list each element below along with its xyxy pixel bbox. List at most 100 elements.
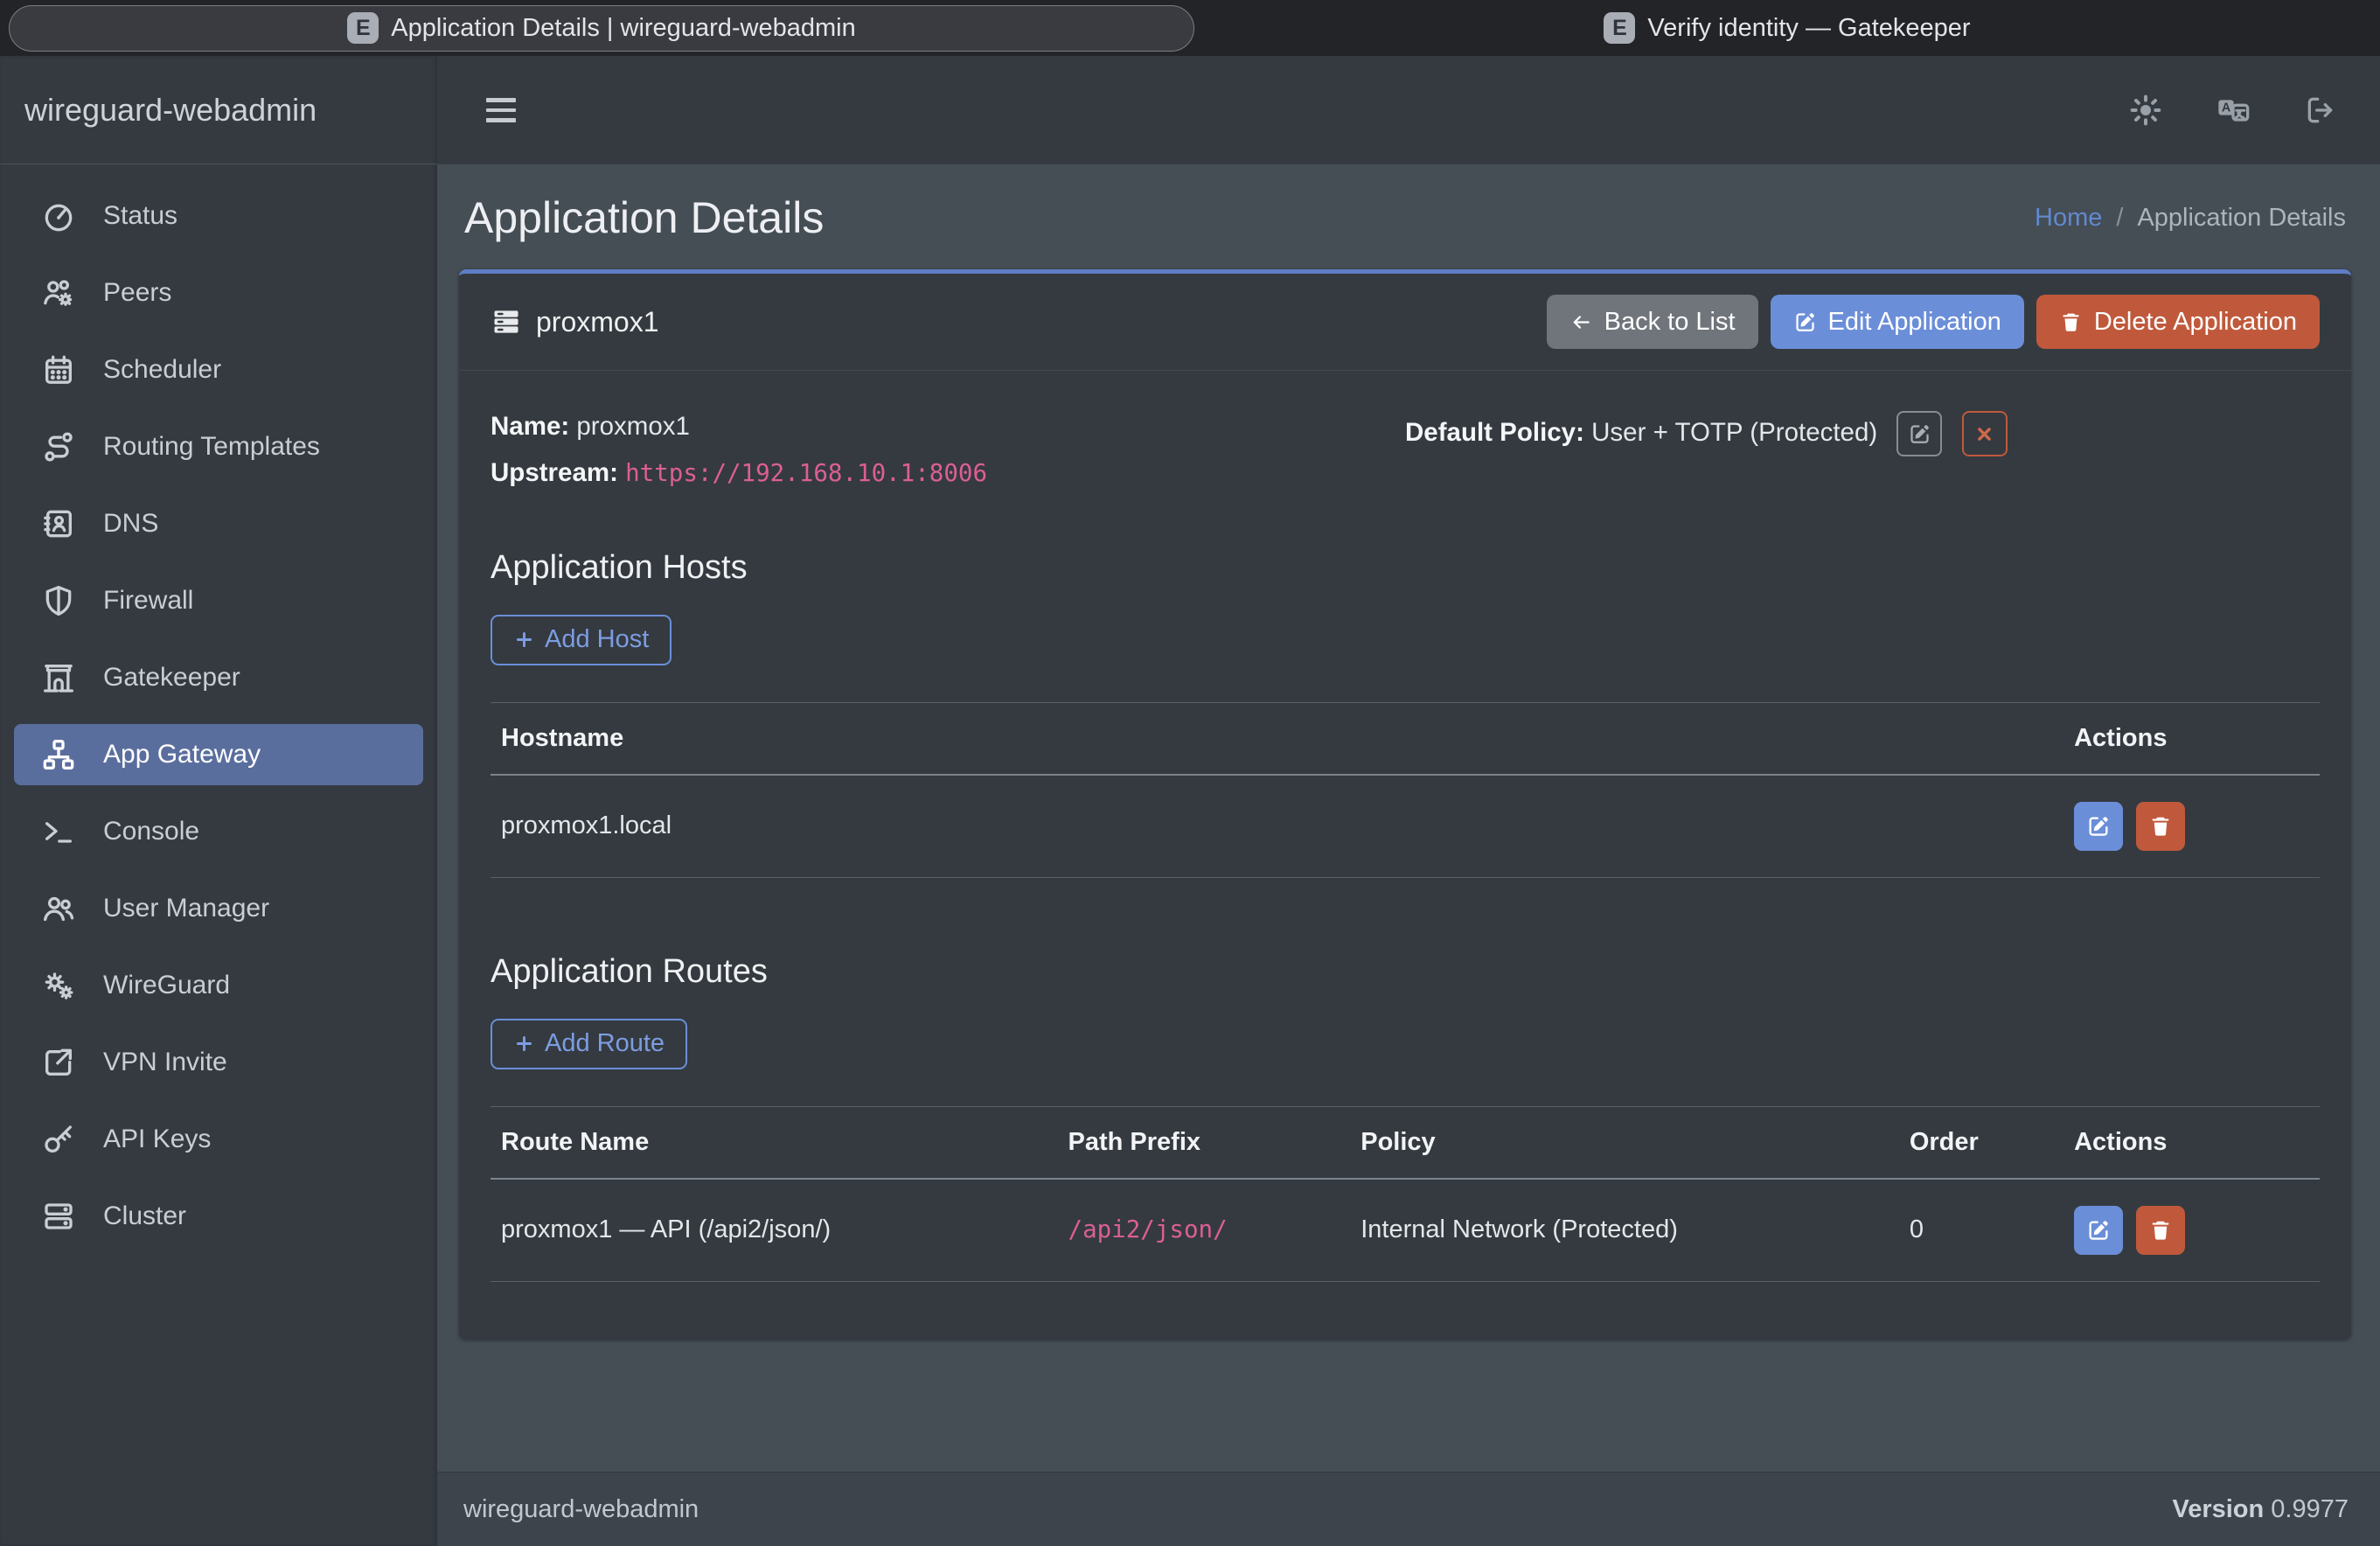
route-policy: Internal Network (Protected) bbox=[1350, 1179, 1899, 1282]
edit-application-button[interactable]: Edit Application bbox=[1771, 295, 2024, 349]
card-header: proxmox1 Back to List Edit Application bbox=[459, 274, 2351, 371]
browser-tab-application-details-wireguard-webadmin[interactable]: E Application Details | wireguard-webadm… bbox=[9, 5, 1194, 52]
pen-square-icon bbox=[2086, 1218, 2111, 1243]
sidebar-item-label: Status bbox=[103, 201, 177, 231]
route-order: 0 bbox=[1899, 1179, 2063, 1282]
navbar-icon-buttons: A bbox=[2079, 89, 2342, 131]
sidebar-item-label: Gatekeeper bbox=[103, 663, 240, 693]
routes-col-path-prefix: Path Prefix bbox=[1058, 1106, 1351, 1179]
browser-tab-verify-identity-gatekeeper[interactable]: E Verify identity — Gatekeeper bbox=[1194, 0, 2380, 56]
sidebar-item-user-manager[interactable]: User Manager bbox=[14, 878, 423, 939]
upstream-url: https://192.168.10.1:8006 bbox=[625, 459, 987, 487]
trash-icon bbox=[2148, 814, 2173, 839]
card-body: Name: proxmox1 Upstream: https://192.168… bbox=[459, 371, 2351, 1340]
users-gear-icon bbox=[40, 275, 77, 311]
sidebar-item-label: Console bbox=[103, 817, 199, 846]
sidebar-item-firewall[interactable]: Firewall bbox=[14, 570, 423, 631]
sidebar-item-label: WireGuard bbox=[103, 971, 230, 1000]
edit-route-button[interactable] bbox=[2074, 1206, 2123, 1255]
routes-col-actions: Actions bbox=[2063, 1106, 2320, 1179]
routes-col-name: Route Name bbox=[491, 1106, 1058, 1179]
sidebar-item-label: Routing Templates bbox=[103, 432, 320, 462]
shield-icon bbox=[40, 582, 77, 619]
sidebar-item-label: Firewall bbox=[103, 586, 193, 616]
route-path-prefix: /api2/json/ bbox=[1058, 1179, 1351, 1282]
tab-favicon-badge: E bbox=[1604, 12, 1635, 44]
hosts-col-actions: Actions bbox=[2063, 702, 2320, 775]
tab-favicon-badge: E bbox=[347, 12, 379, 44]
gears-icon bbox=[40, 967, 77, 1004]
hosts-table: Hostname Actions proxmox1.local bbox=[491, 702, 2320, 878]
route-icon bbox=[40, 428, 77, 465]
footer: wireguard-webadmin Version 0.9977 bbox=[437, 1472, 2380, 1546]
application-name-title: proxmox1 bbox=[536, 306, 659, 338]
route-name: proxmox1 — API (/api2/json/) bbox=[491, 1179, 1058, 1282]
back-to-list-button[interactable]: Back to List bbox=[1547, 295, 1758, 349]
application-details-card: proxmox1 Back to List Edit Application bbox=[459, 269, 2351, 1340]
sidebar-item-app-gateway[interactable]: App Gateway bbox=[14, 724, 423, 785]
sidebar-item-label: Cluster bbox=[103, 1201, 186, 1231]
sidebar-item-routing-templates[interactable]: Routing Templates bbox=[14, 416, 423, 477]
add-route-button[interactable]: Add Route bbox=[491, 1019, 687, 1069]
edit-policy-button[interactable] bbox=[1896, 411, 1942, 456]
default-policy-value: User + TOTP (Protected) bbox=[1591, 418, 1877, 447]
breadcrumb-separator: / bbox=[2116, 204, 2123, 233]
routes-col-order: Order bbox=[1899, 1106, 2063, 1179]
calendar-icon bbox=[40, 352, 77, 388]
breadcrumb-current: Application Details bbox=[2137, 204, 2346, 233]
sidebar-item-label: DNS bbox=[103, 509, 158, 539]
breadcrumb-home-link[interactable]: Home bbox=[2035, 204, 2102, 233]
sidebar-item-peers[interactable]: Peers bbox=[14, 262, 423, 324]
address-book-icon bbox=[40, 505, 77, 542]
sidebar-item-status[interactable]: Status bbox=[14, 185, 423, 247]
routes-table: Route Name Path Prefix Policy Order Acti… bbox=[491, 1106, 2320, 1282]
delete-host-button[interactable] bbox=[2136, 802, 2185, 851]
edit-host-button[interactable] bbox=[2074, 802, 2123, 851]
sidebar-item-cluster[interactable]: Cluster bbox=[14, 1186, 423, 1247]
logout-icon bbox=[2303, 93, 2338, 128]
users-icon bbox=[40, 890, 77, 927]
sun-icon bbox=[2128, 93, 2163, 128]
share-icon bbox=[40, 1044, 77, 1081]
translate-button[interactable]: A bbox=[2212, 89, 2254, 131]
delete-route-button[interactable] bbox=[2136, 1206, 2185, 1255]
svg-text:A: A bbox=[2222, 101, 2230, 115]
page-title: Application Details bbox=[464, 192, 824, 243]
breadcrumb: Home / Application Details bbox=[2035, 204, 2346, 233]
application-hosts-section: Application Hosts Add Host Hostname bbox=[491, 549, 2320, 878]
sitemap-icon bbox=[40, 736, 77, 773]
sidebar-item-label: API Keys bbox=[103, 1125, 211, 1154]
tab-title: Verify identity — Gatekeeper bbox=[1647, 14, 1970, 43]
sidebar-item-wireguard[interactable]: WireGuard bbox=[14, 955, 423, 1016]
server-icon bbox=[40, 1198, 77, 1235]
application-upstream-field: Upstream: https://192.168.10.1:8006 bbox=[491, 457, 1405, 490]
pen-square-icon bbox=[1793, 310, 1817, 334]
tab-title: Application Details | wireguard-webadmin bbox=[391, 14, 855, 43]
add-host-button[interactable]: Add Host bbox=[491, 615, 672, 665]
arrow-left-icon bbox=[1569, 310, 1593, 334]
sidebar-item-dns[interactable]: DNS bbox=[14, 493, 423, 554]
sidebar: wireguard-webadmin Status Peers Schedule… bbox=[0, 56, 437, 1546]
content-area: Application Details Home / Application D… bbox=[437, 164, 2380, 1472]
sidebar-item-api-keys[interactable]: API Keys bbox=[14, 1109, 423, 1170]
sidebar-item-console[interactable]: Console bbox=[14, 801, 423, 862]
delete-application-button[interactable]: Delete Application bbox=[2036, 295, 2320, 349]
theme-toggle-button[interactable] bbox=[2125, 89, 2167, 131]
language-icon: A bbox=[2216, 93, 2251, 128]
sidebar-toggle-button[interactable] bbox=[486, 93, 521, 128]
sidebar-item-vpn-invite[interactable]: VPN Invite bbox=[14, 1032, 423, 1093]
routes-section-heading: Application Routes bbox=[491, 953, 2320, 991]
brand-title: wireguard-webadmin bbox=[0, 56, 437, 164]
sidebar-item-label: Scheduler bbox=[103, 355, 221, 385]
clear-policy-button[interactable] bbox=[1962, 411, 2008, 456]
trash-icon bbox=[2148, 1218, 2173, 1243]
logout-button[interactable] bbox=[2300, 89, 2342, 131]
host-hostname: proxmox1.local bbox=[491, 775, 2063, 878]
default-policy-field: Default Policy: User + TOTP (Protected) bbox=[1405, 411, 2320, 456]
plus-icon bbox=[513, 1033, 535, 1055]
sidebar-item-scheduler[interactable]: Scheduler bbox=[14, 339, 423, 400]
key-icon bbox=[40, 1121, 77, 1158]
sidebar-item-gatekeeper[interactable]: Gatekeeper bbox=[14, 647, 423, 708]
footer-app-name: wireguard-webadmin bbox=[463, 1495, 699, 1524]
footer-version: Version 0.9977 bbox=[2172, 1495, 2349, 1524]
